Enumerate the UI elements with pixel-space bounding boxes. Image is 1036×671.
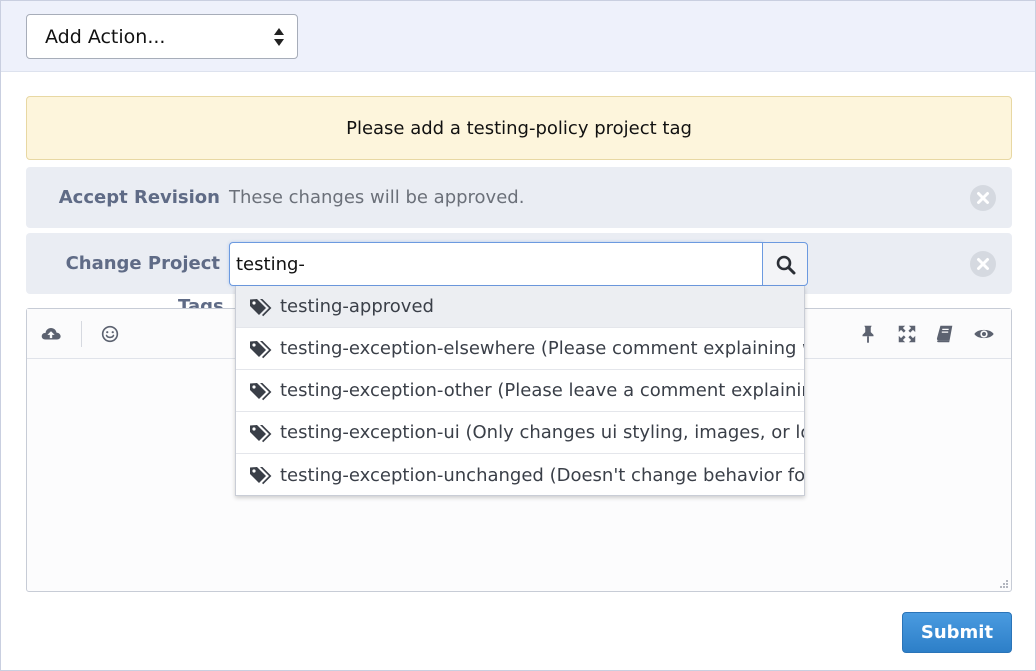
suggestion-item[interactable]: testing-exception-unchanged (Doesn't cha… xyxy=(236,454,805,495)
tags-icon xyxy=(250,299,272,317)
accept-revision-row: Accept Revision These changes will be ap… xyxy=(26,167,1012,228)
accept-revision-label: Accept Revision xyxy=(58,187,220,208)
warning-text: Please add a testing-policy project tag xyxy=(346,117,692,139)
fullscreen-icon[interactable] xyxy=(896,323,918,345)
policy-warning: Please add a testing-policy project tag xyxy=(26,96,1012,160)
project-tag-input[interactable] xyxy=(229,242,763,286)
tags-icon xyxy=(250,341,272,359)
select-arrows-icon xyxy=(274,28,284,46)
suggestion-item[interactable]: testing-exception-other (Please leave a … xyxy=(236,370,804,412)
submit-button[interactable]: Submit xyxy=(902,612,1012,653)
tags-icon xyxy=(250,383,272,401)
tags-icon xyxy=(250,425,272,443)
action-panel: Add Action... Please add a testing-polic… xyxy=(0,0,1036,671)
pin-icon[interactable] xyxy=(857,323,879,345)
add-action-select[interactable]: Add Action... xyxy=(26,14,298,59)
suggestion-label: testing-exception-ui (Only changes ui st… xyxy=(280,422,805,443)
search-icon xyxy=(776,255,796,275)
suggestion-label: testing-approved xyxy=(280,296,434,317)
close-icon xyxy=(977,258,989,270)
submit-label: Submit xyxy=(920,622,994,643)
suggestion-item[interactable]: testing-exception-elsewhere (Please comm… xyxy=(236,328,804,370)
tag-suggestions-dropdown: testing-approved testing-exception-elsew… xyxy=(235,286,805,496)
remove-change-project-button[interactable] xyxy=(970,251,996,277)
emoji-icon[interactable] xyxy=(99,323,121,345)
toolbar-separator xyxy=(81,321,82,347)
upload-icon[interactable] xyxy=(40,323,62,345)
change-project-label: Change Project xyxy=(65,253,220,274)
suggestion-label: testing-exception-unchanged (Doesn't cha… xyxy=(280,464,805,486)
eye-icon[interactable] xyxy=(973,323,995,345)
action-header: Add Action... xyxy=(1,1,1035,72)
resize-handle[interactable] xyxy=(999,579,1009,589)
suggestion-item[interactable]: testing-approved xyxy=(236,286,804,328)
tags-icon xyxy=(250,467,272,485)
close-icon xyxy=(977,192,989,204)
suggestion-item[interactable]: testing-exception-ui (Only changes ui st… xyxy=(236,412,804,454)
book-icon[interactable] xyxy=(934,323,956,345)
accept-revision-description: These changes will be approved. xyxy=(229,187,525,208)
suggestion-label: testing-exception-elsewhere (Please comm… xyxy=(280,338,805,359)
project-search-button[interactable] xyxy=(762,242,808,286)
suggestion-label: testing-exception-other (Please leave a … xyxy=(280,380,805,401)
remove-accept-revision-button[interactable] xyxy=(970,185,996,211)
add-action-label: Add Action... xyxy=(45,25,166,48)
